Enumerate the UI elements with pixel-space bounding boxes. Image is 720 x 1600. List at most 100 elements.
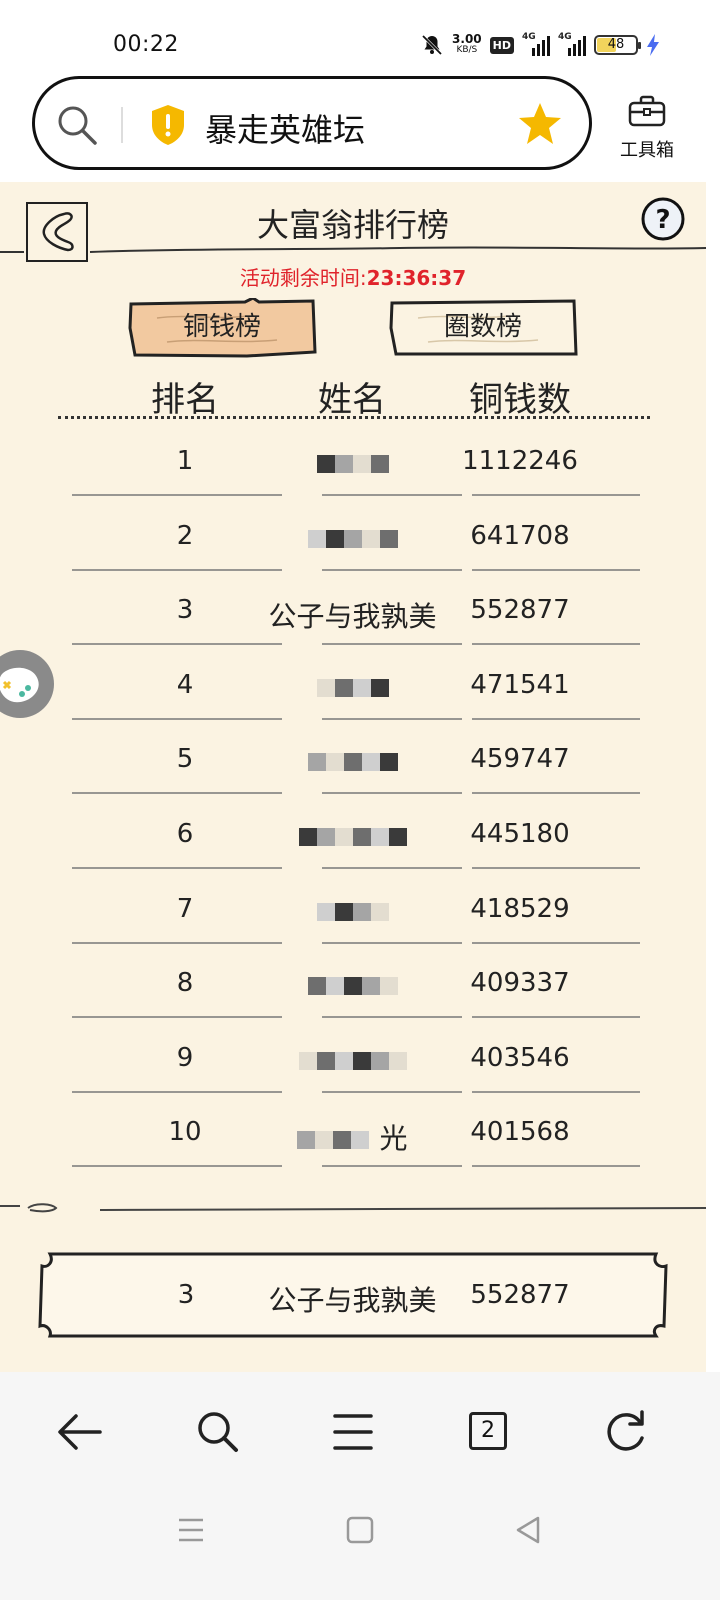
row-divider bbox=[72, 568, 640, 571]
network-speed: 3.00 KB/S bbox=[452, 32, 482, 55]
player-name bbox=[250, 670, 455, 703]
search-icon bbox=[198, 1412, 238, 1452]
countdown-timer: 活动剩余时间:23:36:37 bbox=[239, 266, 467, 290]
tab-coins-ranking[interactable]: 铜钱榜 bbox=[127, 298, 317, 360]
status-time: 00:22 bbox=[113, 32, 179, 57]
ranking-row: 5 459747 bbox=[0, 730, 706, 805]
row-divider bbox=[72, 1091, 640, 1093]
pixelated-name bbox=[316, 678, 389, 697]
pixelated-name bbox=[307, 753, 398, 772]
coin-count: 401568 bbox=[470, 1117, 570, 1148]
coin-count: 471541 bbox=[470, 669, 570, 700]
ranking-row: 4 471541 bbox=[0, 656, 706, 731]
toolbox-button[interactable]: 工具箱 bbox=[612, 94, 682, 162]
battery-icon: 48 bbox=[594, 35, 641, 55]
rank-number: 5 bbox=[176, 744, 194, 775]
rank-number: 6 bbox=[176, 819, 194, 849]
pixelated-name bbox=[307, 977, 398, 996]
column-header-coins: 铜钱数 bbox=[469, 380, 571, 420]
menu-icon bbox=[179, 1518, 203, 1542]
ranking-row: 3 公子与我孰美 552877 bbox=[0, 581, 706, 656]
coin-count: 641708 bbox=[470, 520, 570, 551]
rank-number: 9 bbox=[176, 1042, 194, 1073]
coin-count: 552877 bbox=[470, 595, 570, 626]
toolbox-icon bbox=[628, 95, 666, 127]
refresh-icon bbox=[607, 1410, 644, 1451]
row-divider bbox=[72, 867, 640, 869]
recent-apps-button[interactable] bbox=[171, 1510, 211, 1550]
row-divider bbox=[72, 643, 640, 645]
tab-laps-ranking[interactable]: 圈数榜 bbox=[388, 298, 578, 360]
row-divider bbox=[72, 718, 640, 720]
player-name bbox=[250, 446, 455, 479]
refresh-button-browser[interactable] bbox=[596, 1404, 656, 1460]
rank-number: 7 bbox=[176, 893, 194, 924]
player-name bbox=[250, 968, 455, 1001]
ranking-row: 9 403546 bbox=[0, 1029, 706, 1104]
star-bookmark-icon[interactable] bbox=[517, 101, 563, 147]
pixelated-name bbox=[298, 1051, 407, 1070]
ranking-row: 8 409337 bbox=[0, 954, 706, 1029]
browser-toolbar: 2 bbox=[0, 1372, 720, 1492]
pixelated-name bbox=[298, 828, 407, 846]
my-rank-number: 3 bbox=[177, 1280, 195, 1310]
header-dotted-divider bbox=[58, 416, 650, 419]
coin-count: 418529 bbox=[470, 893, 570, 924]
my-rank-panel: 3 公子与我孰美 552877 bbox=[38, 1250, 668, 1340]
tab-count: 2 bbox=[469, 1412, 507, 1450]
floating-game-assistant-icon[interactable] bbox=[0, 644, 54, 724]
coin-count: 459747 bbox=[470, 744, 570, 775]
row-divider bbox=[72, 941, 640, 944]
player-name bbox=[250, 744, 455, 777]
ranking-row: 10 光 401568 bbox=[0, 1103, 706, 1178]
rank-number: 3 bbox=[176, 595, 194, 626]
pixelated-name bbox=[316, 455, 389, 473]
row-divider bbox=[72, 792, 640, 795]
bell-muted-icon bbox=[421, 34, 443, 56]
menu-icon bbox=[333, 1414, 373, 1450]
row-divider bbox=[72, 1165, 640, 1168]
triangle-back-icon bbox=[516, 1516, 540, 1544]
square-home-icon bbox=[346, 1516, 374, 1544]
address-divider bbox=[121, 107, 123, 143]
system-back-button[interactable] bbox=[508, 1510, 548, 1550]
pixelated-name bbox=[297, 1131, 370, 1150]
status-icons: 3.00 KB/S HD 4G 4G 48 bbox=[420, 30, 660, 60]
menu-button-browser[interactable] bbox=[323, 1404, 383, 1460]
tabs-button-browser[interactable]: 2 bbox=[458, 1404, 518, 1460]
player-name bbox=[250, 521, 455, 554]
home-button[interactable] bbox=[340, 1510, 380, 1550]
help-icon[interactable]: ? bbox=[640, 196, 686, 242]
coin-count: 1112246 bbox=[462, 446, 578, 476]
player-name: 光 bbox=[250, 1117, 455, 1157]
ranking-row: 2 641708 bbox=[0, 507, 706, 582]
rank-number: 10 bbox=[168, 1117, 202, 1148]
hd-voice-icon: HD bbox=[489, 36, 514, 54]
row-divider bbox=[72, 494, 640, 496]
search-icon[interactable] bbox=[55, 103, 99, 147]
signal-icon: 4G bbox=[522, 32, 550, 56]
row-divider bbox=[72, 1016, 640, 1018]
bottom-divider bbox=[0, 1203, 706, 1213]
pixelated-name bbox=[316, 902, 389, 921]
column-header-name: 姓名 bbox=[318, 380, 386, 420]
ranking-row: 6 445180 bbox=[0, 805, 706, 880]
address-bar[interactable]: 暴走英雄坛 bbox=[32, 76, 592, 170]
pixelated-name bbox=[307, 529, 398, 548]
shield-warning-icon[interactable] bbox=[149, 103, 187, 147]
player-name bbox=[250, 894, 455, 927]
coin-count: 409337 bbox=[470, 968, 570, 999]
column-header-rank: 排名 bbox=[151, 380, 219, 420]
my-rank-coins: 552877 bbox=[470, 1280, 570, 1310]
ranking-row: 1 1112246 bbox=[0, 432, 706, 507]
ranking-row: 7 418529 bbox=[0, 880, 706, 955]
rank-number: 1 bbox=[176, 446, 194, 476]
back-button-browser[interactable] bbox=[50, 1404, 110, 1460]
player-name bbox=[250, 1043, 455, 1076]
arrow-left-icon bbox=[58, 1414, 102, 1450]
rank-number: 8 bbox=[176, 968, 194, 999]
search-button-browser[interactable] bbox=[188, 1404, 248, 1460]
title-divider bbox=[0, 246, 706, 253]
rank-number: 4 bbox=[176, 669, 194, 700]
site-title[interactable]: 暴走英雄坛 bbox=[205, 105, 365, 151]
